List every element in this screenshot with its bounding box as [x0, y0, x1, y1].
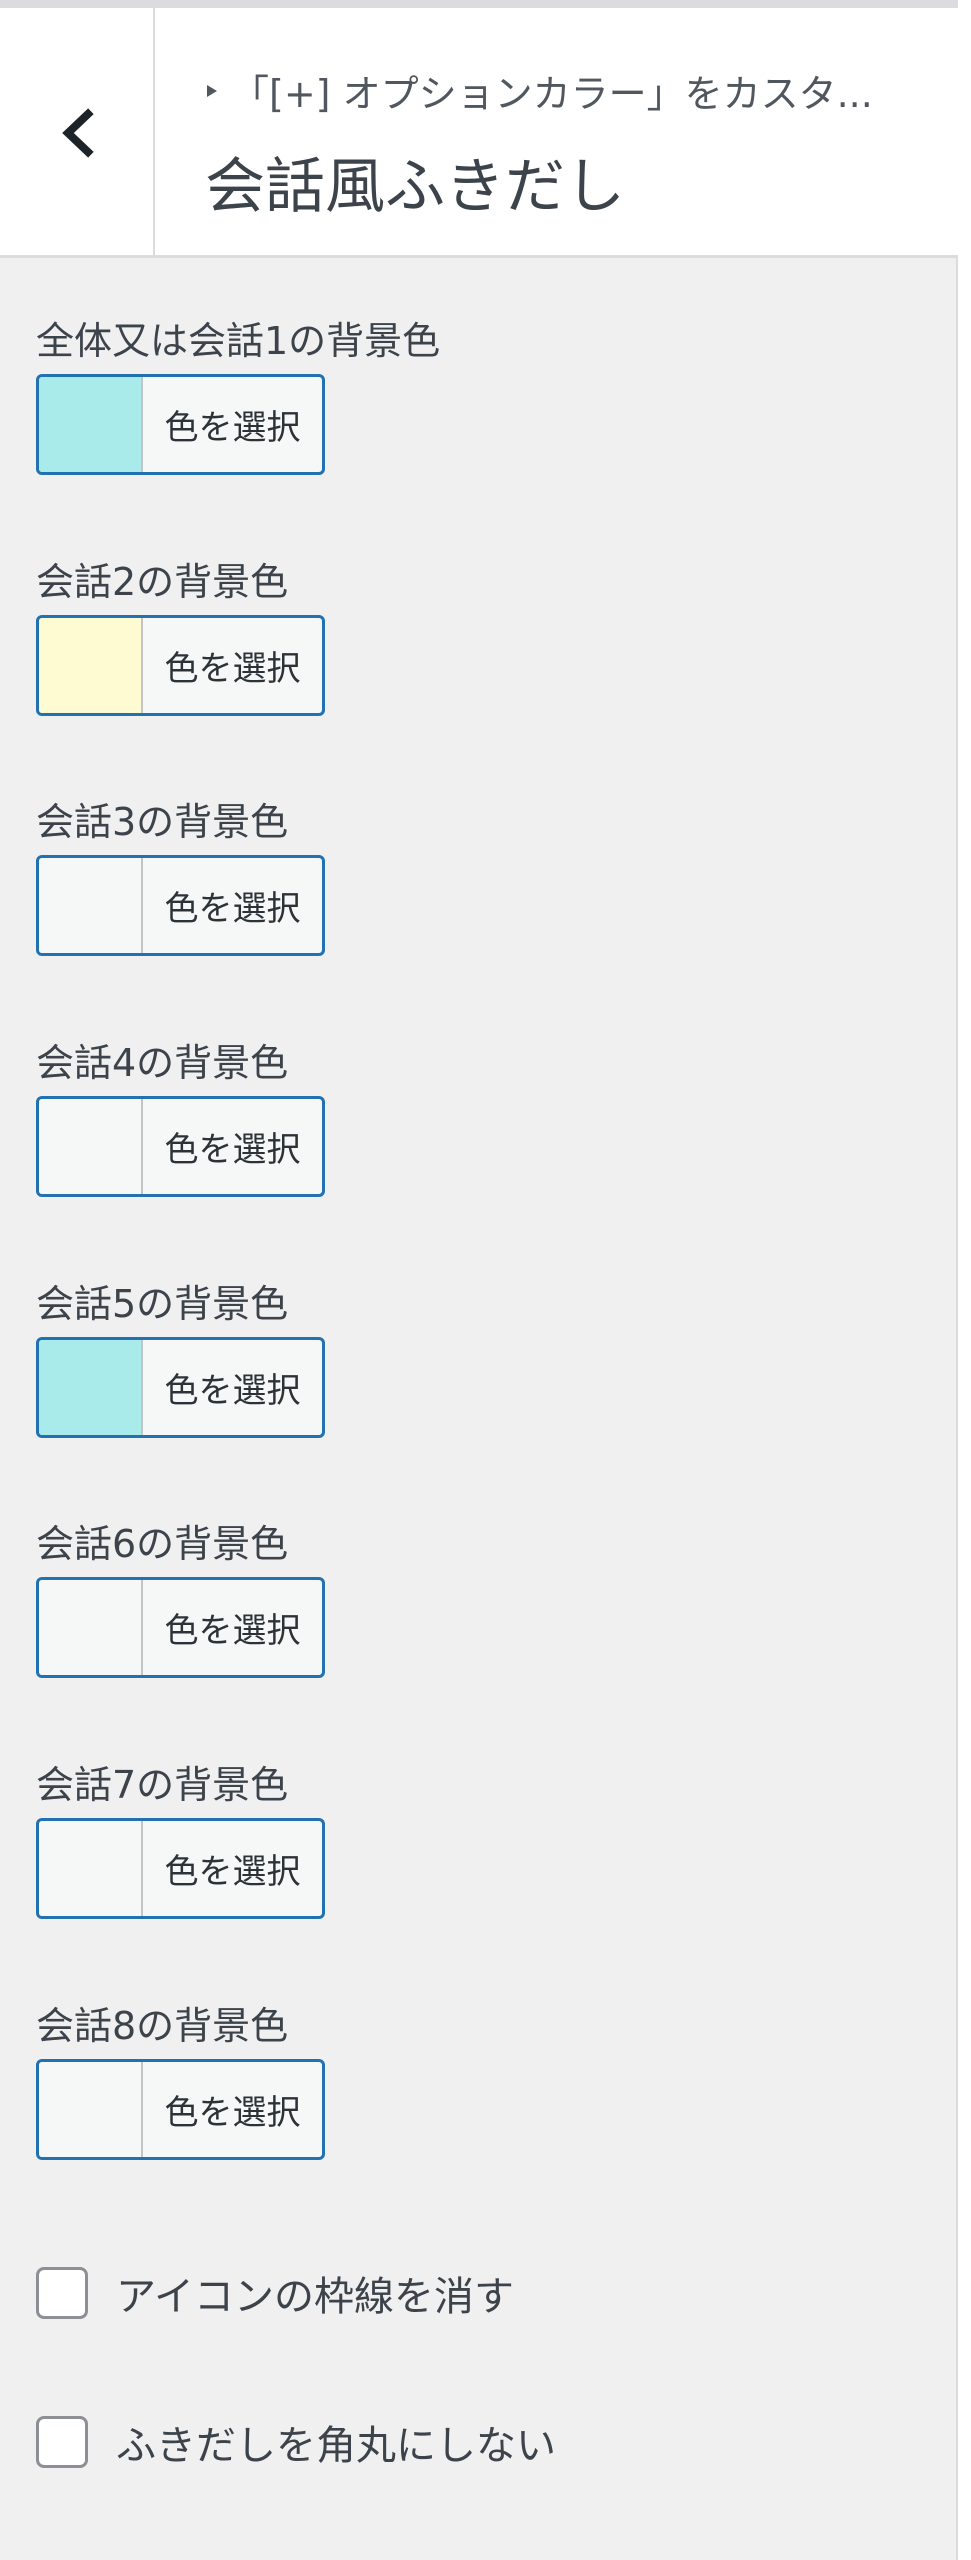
- color-setting-1: 全体又は会話1の背景色 色を選択: [36, 319, 441, 475]
- select-color-label: 色を選択: [164, 1130, 301, 1170]
- select-color-button[interactable]: 色を選択: [36, 374, 325, 475]
- color-swatch: [39, 1821, 143, 1916]
- color-setting-8: 会話8の背景色 色を選択: [36, 2004, 325, 2160]
- select-color-label: 色を選択: [164, 649, 301, 689]
- hide-icon-border-checkbox[interactable]: [36, 2267, 88, 2319]
- page-title: 会話風ふきだし: [205, 152, 625, 222]
- select-color-button[interactable]: 色を選択: [36, 855, 325, 956]
- checkbox-row-rounded: ふきだしを角丸にしない: [36, 2413, 556, 2471]
- color-setting-label: 会話7の背景色: [36, 1763, 289, 1807]
- color-swatch: [39, 858, 143, 953]
- breadcrumb-text: 「[+] オプションカラー」をカスタ...: [231, 72, 873, 116]
- select-color-label: 色を選択: [164, 889, 301, 929]
- select-color-button[interactable]: 色を選択: [36, 1096, 325, 1197]
- checkbox-label: ふきだしを角丸にしない: [116, 2423, 556, 2469]
- color-setting-label: 全体又は会話1の背景色: [36, 319, 441, 363]
- color-swatch: [39, 1340, 143, 1435]
- chevron-left-icon: [61, 108, 94, 158]
- scrollbar[interactable]: [958, 0, 971, 2560]
- color-setting-label: 会話3の背景色: [36, 800, 289, 844]
- checkbox-row-icon-border: アイコンの枠線を消す: [36, 2264, 514, 2322]
- checkbox-label: アイコンの枠線を消す: [116, 2274, 514, 2320]
- color-setting-label: 会話2の背景色: [36, 560, 289, 604]
- section-header: 「[+] オプションカラー」をカスタ... 会話風ふきだし: [0, 8, 958, 258]
- select-color-button[interactable]: 色を選択: [36, 2059, 325, 2160]
- color-setting-label: 会話6の背景色: [36, 1522, 289, 1566]
- color-setting-2: 会話2の背景色 色を選択: [36, 560, 325, 716]
- color-setting-3: 会話3の背景色 色を選択: [36, 800, 325, 956]
- color-setting-label: 会話5の背景色: [36, 1282, 289, 1326]
- color-swatch: [39, 377, 143, 472]
- no-rounded-corners-checkbox[interactable]: [36, 2416, 88, 2468]
- select-color-label: 色を選択: [164, 1371, 301, 1411]
- breadcrumb: 「[+] オプションカラー」をカスタ...: [205, 63, 918, 118]
- select-color-label: 色を選択: [164, 408, 301, 448]
- color-setting-5: 会話5の背景色 色を選択: [36, 1282, 325, 1438]
- color-swatch: [39, 1099, 143, 1194]
- select-color-button[interactable]: 色を選択: [36, 1337, 325, 1438]
- color-setting-7: 会話7の背景色 色を選択: [36, 1763, 325, 1919]
- select-color-button[interactable]: 色を選択: [36, 1818, 325, 1919]
- triangle-right-icon: [207, 84, 217, 97]
- select-color-label: 色を選択: [164, 1852, 301, 1892]
- select-color-label: 色を選択: [164, 1611, 301, 1651]
- top-divider: [0, 0, 958, 8]
- color-swatch: [39, 1580, 143, 1675]
- color-setting-label: 会話4の背景色: [36, 1041, 289, 1085]
- select-color-button[interactable]: 色を選択: [36, 1577, 325, 1678]
- color-swatch: [39, 2062, 143, 2157]
- select-color-label: 色を選択: [164, 2093, 301, 2133]
- color-setting-4: 会話4の背景色 色を選択: [36, 1041, 325, 1197]
- customizer-panel: 「[+] オプションカラー」をカスタ... 会話風ふきだし 全体又は会話1の背景…: [0, 0, 958, 2560]
- select-color-button[interactable]: 色を選択: [36, 615, 325, 716]
- back-button[interactable]: [0, 8, 155, 258]
- color-setting-label: 会話8の背景色: [36, 2004, 289, 2048]
- color-setting-6: 会話6の背景色 色を選択: [36, 1522, 325, 1678]
- color-swatch: [39, 618, 143, 713]
